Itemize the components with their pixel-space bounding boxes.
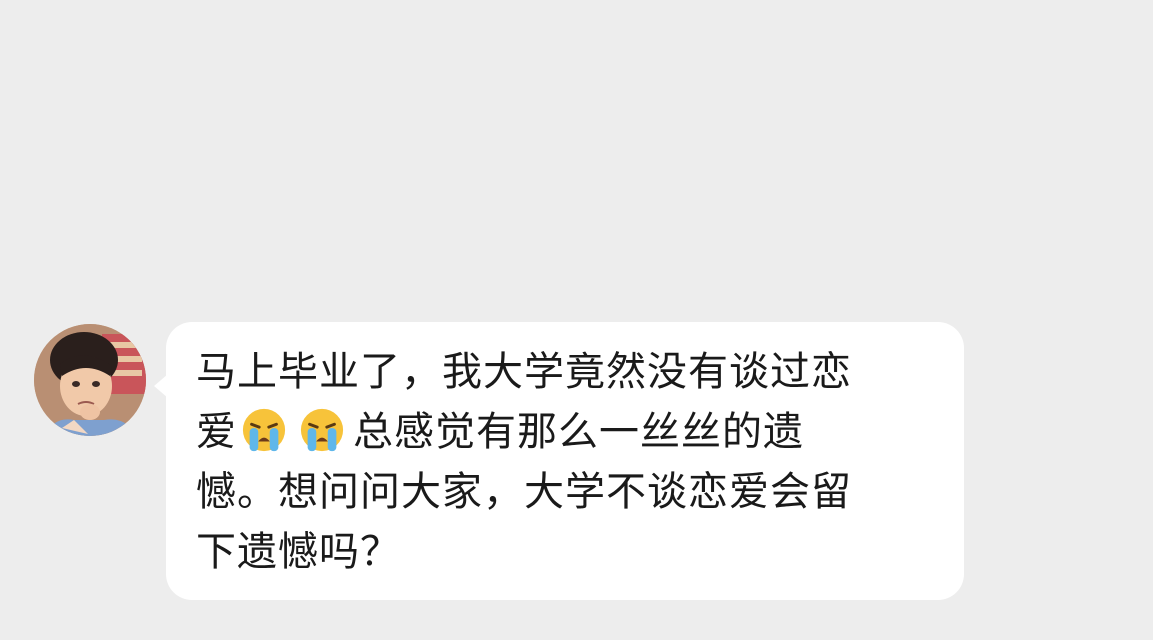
message-text: 马上毕业了，我大学竟然没有谈过恋 爱 总感觉有那么一丝丝的遗 憾。想问问大家，大…: [196, 342, 940, 582]
message-row: 马上毕业了，我大学竟然没有谈过恋 爱 总感觉有那么一丝丝的遗 憾。想问问大家，大…: [34, 322, 964, 612]
message-bubble[interactable]: 马上毕业了，我大学竟然没有谈过恋 爱 总感觉有那么一丝丝的遗 憾。想问问大家，大…: [154, 322, 964, 600]
message-line-4: 下遗憾吗？: [196, 529, 401, 575]
loudly-crying-face-icon: [242, 408, 286, 452]
message-line-3: 憾。想问问大家，大学不谈恋爱会留: [196, 469, 852, 515]
chat-area: 马上毕业了，我大学竟然没有谈过恋 爱 总感觉有那么一丝丝的遗 憾。想问问大家，大…: [0, 0, 1153, 640]
message-line-2: 爱 总感觉有那么一丝丝的遗: [196, 402, 940, 462]
avatar[interactable]: [34, 324, 146, 436]
message-line-2-end: 总感觉有那么一丝丝的遗: [353, 409, 804, 455]
message-line-1: 马上毕业了，我大学竟然没有谈过恋: [196, 349, 852, 395]
loudly-crying-face-icon: [300, 408, 344, 452]
avatar-image: [34, 324, 146, 436]
message-line-2-start: 爱: [196, 409, 237, 455]
